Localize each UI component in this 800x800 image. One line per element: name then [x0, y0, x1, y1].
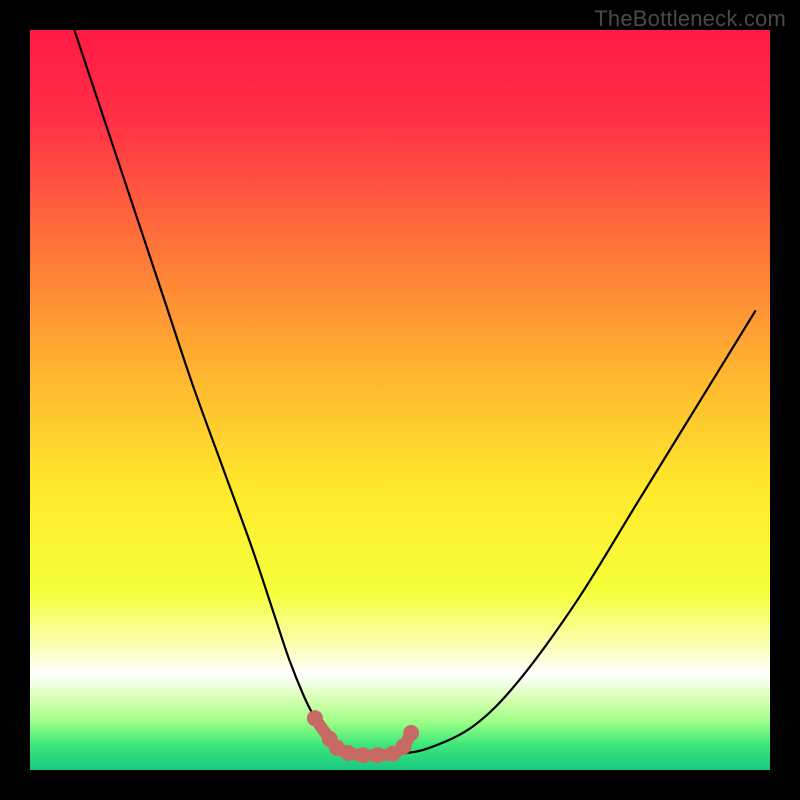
highlight-marker	[355, 747, 371, 763]
highlight-marker	[307, 710, 323, 726]
chart-frame: TheBottleneck.com	[0, 0, 800, 800]
plot-area	[30, 30, 770, 770]
highlight-marker	[340, 745, 356, 761]
highlight-marker	[403, 725, 419, 741]
highlight-marker	[370, 747, 386, 763]
watermark-text: TheBottleneck.com	[594, 6, 786, 32]
bottleneck-curve	[30, 30, 770, 770]
